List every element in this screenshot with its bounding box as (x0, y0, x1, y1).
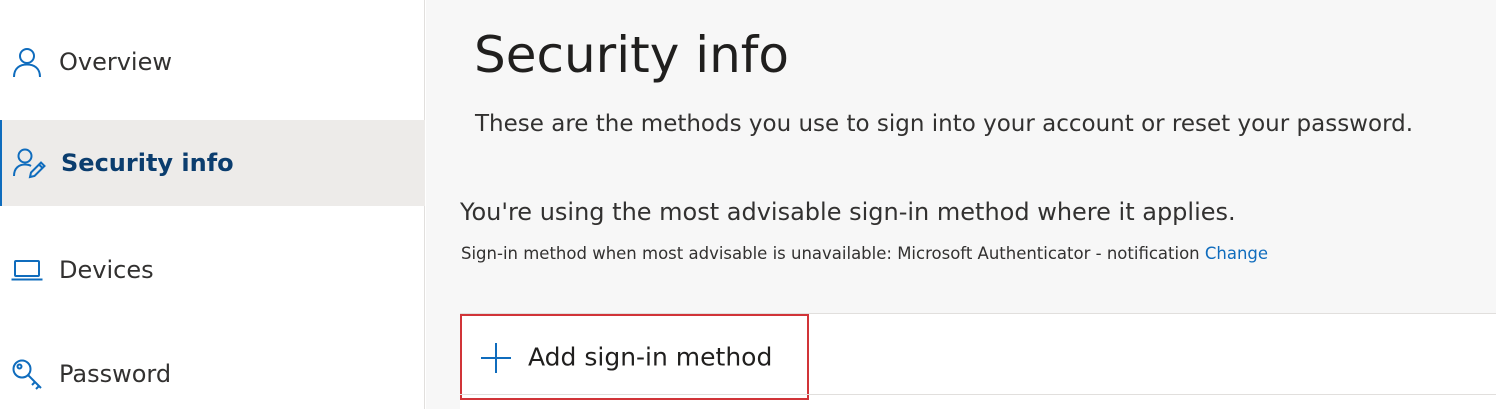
sidebar-item-label: Security info (61, 149, 234, 177)
sidebar-item-label: Devices (59, 256, 154, 284)
advisable-method-heading: You're using the most advisable sign-in … (460, 198, 1236, 226)
default-method-line: Sign-in method when most advisable is un… (461, 244, 1268, 263)
main-content: Security info These are the methods you … (426, 0, 1496, 409)
sidebar: Overview Security info Devices Password (0, 0, 425, 409)
sidebar-item-label: Overview (59, 48, 172, 76)
default-method-text: Sign-in method when most advisable is un… (461, 244, 1200, 263)
page-title: Security info (474, 26, 789, 84)
sidebar-item-password[interactable]: Password (0, 331, 425, 409)
add-sign-in-method-button[interactable]: Add sign-in method (460, 314, 809, 400)
key-icon (10, 357, 44, 391)
methods-panel: Add sign-in method (460, 313, 1496, 409)
sidebar-item-overview[interactable]: Overview (0, 19, 425, 105)
laptop-icon (10, 253, 44, 287)
person-edit-icon (12, 146, 46, 180)
plus-icon (481, 343, 511, 373)
security-info-page: Overview Security info Devices Password … (0, 0, 1496, 409)
page-subtitle: These are the methods you use to sign in… (475, 111, 1414, 137)
person-icon (10, 45, 44, 79)
add-sign-in-method-label: Add sign-in method (528, 342, 773, 372)
methods-divider (460, 394, 1496, 395)
sidebar-item-label: Password (59, 360, 172, 388)
sidebar-item-devices[interactable]: Devices (0, 227, 425, 313)
change-link[interactable]: Change (1205, 244, 1268, 263)
sidebar-item-security-info[interactable]: Security info (0, 120, 425, 206)
